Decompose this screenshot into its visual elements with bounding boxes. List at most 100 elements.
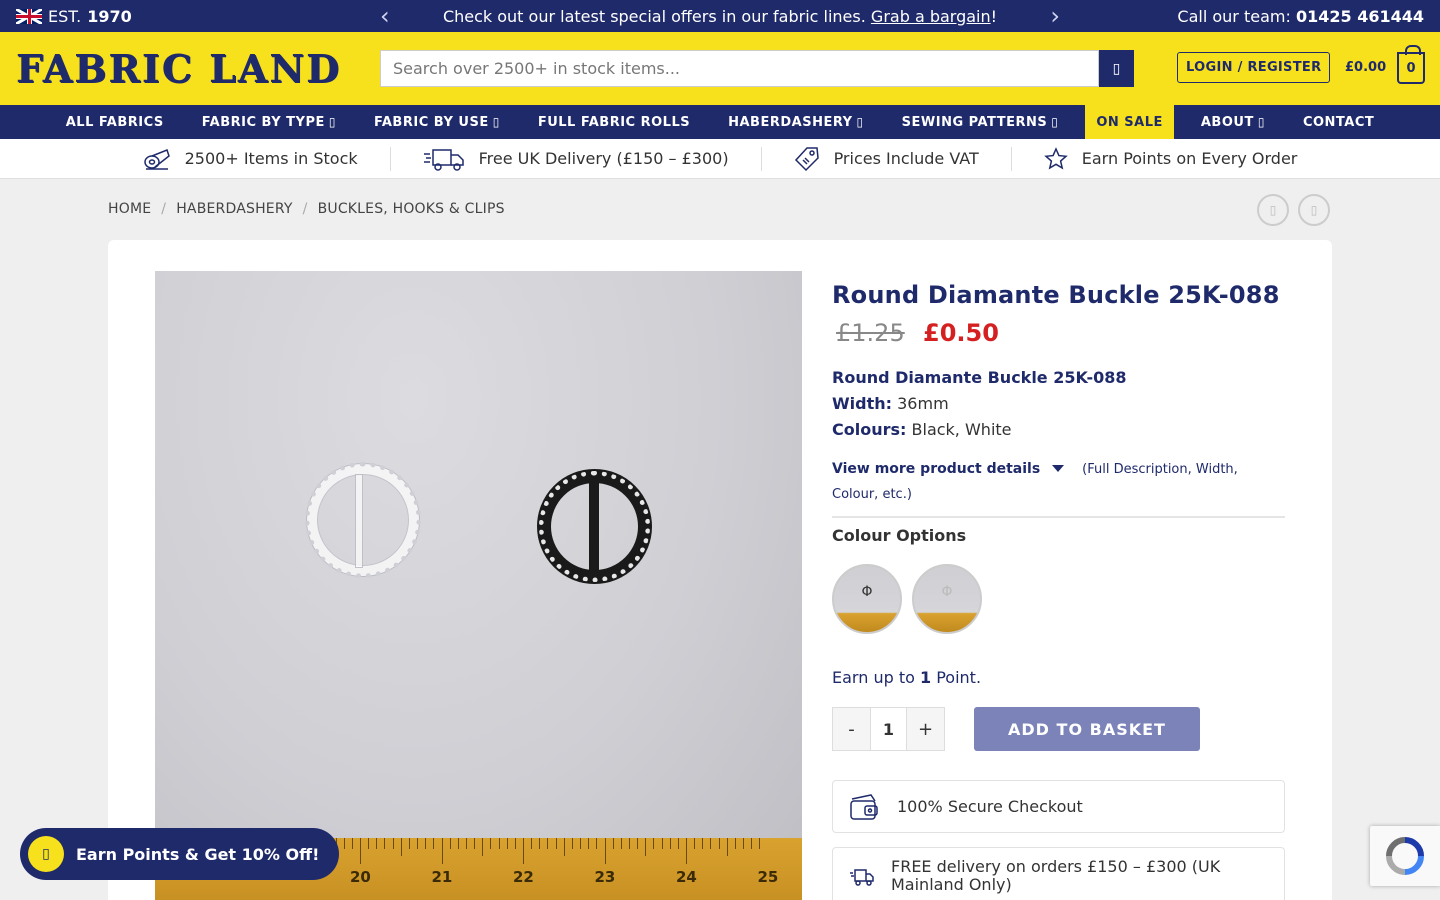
delivery-truck-icon (850, 869, 874, 886)
ruler-tick (392, 838, 394, 849)
view-more-label: View more product details (832, 461, 1041, 477)
search-icon: ▯ (1112, 60, 1121, 76)
product-image[interactable]: 20 21 22 23 24 25 (155, 271, 802, 900)
ruler-tick (588, 838, 590, 849)
site-logo[interactable]: FABRIC LAND (16, 46, 364, 91)
usp-label: Free UK Delivery (£150 – £300) (478, 149, 729, 168)
quantity-decrease-button[interactable]: - (833, 708, 870, 750)
recaptcha-badge[interactable] (1370, 826, 1440, 886)
nav-haberdashery[interactable]: HABERDASHERY ▯ (709, 105, 883, 139)
breadcrumb-buckles[interactable]: BUCKLES, HOOKS & CLIPS (318, 201, 505, 217)
black-buckle-thumbnail-icon: Φ (861, 584, 873, 600)
ruler-tick (490, 838, 492, 849)
nav-fabric-by-type[interactable]: FABRIC BY TYPE ▯ (183, 105, 355, 139)
colour-swatch-white[interactable]: Φ (912, 564, 982, 634)
breadcrumb-separator: / (302, 201, 308, 217)
nav-label: ON SALE (1096, 114, 1163, 130)
promo-next-arrow-icon[interactable]: › (1050, 4, 1060, 28)
ruler-tick (694, 838, 696, 849)
nav-label: SEWING PATTERNS (901, 114, 1048, 130)
description-product-name: Round Diamante Buckle 25K-088 (832, 368, 1127, 387)
price-tag-icon (794, 146, 819, 171)
ruler-tick (351, 838, 353, 849)
usp-label: Prices Include VAT (833, 149, 979, 168)
original-price: £1.25 (836, 319, 905, 347)
quantity-increase-button[interactable]: + (907, 708, 944, 750)
ruler-tick (376, 838, 378, 849)
width-value: 36mm (897, 394, 949, 413)
colours-value: Black, White (911, 420, 1012, 439)
nav-label: FABRIC BY TYPE (201, 114, 325, 130)
prev-product-button[interactable]: ▯ (1257, 194, 1289, 226)
ruler-tick (702, 838, 704, 849)
call-us[interactable]: Call our team: 01425 461444 (1177, 7, 1424, 26)
usp-label: 2500+ Items in Stock (184, 149, 358, 168)
next-product-button[interactable]: ▯ (1298, 194, 1330, 226)
est-prefix: EST. (48, 6, 82, 26)
search-button[interactable]: ▯ (1099, 50, 1134, 87)
earn-points-launcher[interactable]: ▯ Earn Points & Get 10% Off! (20, 828, 340, 880)
fabric-roll-icon (143, 148, 170, 170)
ruler-tick (531, 838, 533, 849)
ruler-tick (677, 838, 679, 849)
nav-fabric-by-use[interactable]: FABRIC BY USE ▯ (355, 105, 519, 139)
delivery-truck-icon (423, 148, 464, 171)
ruler-number: 21 (431, 868, 453, 886)
nav-full-fabric-rolls[interactable]: FULL FABRIC ROLLS (519, 105, 709, 139)
points-value: 1 (919, 668, 932, 687)
usp-bar: 2500+ Items in Stock Free UK Delivery (£… (0, 139, 1440, 179)
nav-contact[interactable]: CONTACT (1284, 105, 1393, 139)
cart-bag-icon[interactable]: 0 (1397, 45, 1425, 84)
promo-text: Check out our latest special offers in o… (442, 6, 866, 26)
add-to-basket-button[interactable]: ADD TO BASKET (974, 707, 1200, 751)
product-short-description: Round Diamante Buckle 25K-088 Width: 36m… (832, 365, 1127, 443)
ruler-tick (645, 838, 647, 856)
nav-all-fabrics[interactable]: ALL FABRICS (47, 105, 183, 139)
breadcrumb-haberdashery[interactable]: HABERDASHERY (176, 201, 292, 217)
ruler-tick (523, 838, 524, 864)
white-buckle-thumbnail-icon: Φ (941, 584, 953, 600)
main-navigation: ALL FABRICS FABRIC BY TYPE ▯ FABRIC BY US… (0, 105, 1440, 139)
star-icon (1043, 146, 1068, 170)
ruler-tick (457, 838, 459, 849)
usp-label: Earn Points on Every Order (1081, 149, 1298, 168)
promo-prev-arrow-icon[interactable]: ‹ (380, 4, 390, 28)
nav-sewing-patterns[interactable]: SEWING PATTERNS ▯ (883, 105, 1078, 139)
ruler-tick (482, 838, 484, 856)
promo-link[interactable]: Grab a bargain (871, 7, 991, 26)
promo-suffix: ! (990, 6, 998, 26)
promo-message: Check out our latest special offers in o… (443, 7, 997, 26)
chevron-down-icon (1052, 465, 1065, 472)
quantity-input[interactable]: 1 (870, 708, 907, 750)
rewards-icon: ▯ (28, 836, 64, 872)
cart-total[interactable]: £0.00 (1345, 60, 1386, 75)
view-more-details-toggle[interactable]: View more product details (Full Descripti… (832, 457, 1262, 507)
dropdown-icon: ▯ (492, 115, 500, 129)
ruler-number: 23 (594, 868, 616, 886)
phone-number[interactable]: 01425 461444 (1296, 7, 1424, 26)
nav-about[interactable]: ABOUT ▯ (1182, 105, 1284, 139)
nav-label: FABRIC BY USE (373, 114, 489, 130)
colour-swatch-black[interactable]: Φ (832, 564, 902, 634)
sale-price: £0.50 (923, 319, 999, 347)
ruler-tick (368, 838, 370, 849)
black-buckle-image (537, 469, 652, 584)
ruler-tick (620, 838, 622, 849)
breadcrumb-home[interactable]: HOME (108, 201, 151, 217)
ruler-tick (547, 838, 549, 849)
diamante-stones (539, 471, 650, 582)
ruler-tick (360, 838, 361, 864)
breadcrumb-separator: / (161, 201, 167, 217)
ruler-tick (734, 838, 736, 849)
ruler-tick (686, 838, 687, 864)
ruler-tick (637, 838, 639, 849)
search-input[interactable] (380, 50, 1099, 87)
call-label: Call our team: (1177, 6, 1291, 26)
ruler-tick (604, 838, 606, 864)
nav-on-sale[interactable]: ON SALE (1085, 105, 1174, 139)
ruler-tick (563, 838, 565, 856)
login-register-button[interactable]: LOGIN / REGISTER (1177, 52, 1331, 83)
ruler-number: 20 (350, 868, 371, 886)
ruler-tick (425, 838, 427, 849)
ruler-tick (628, 838, 630, 849)
